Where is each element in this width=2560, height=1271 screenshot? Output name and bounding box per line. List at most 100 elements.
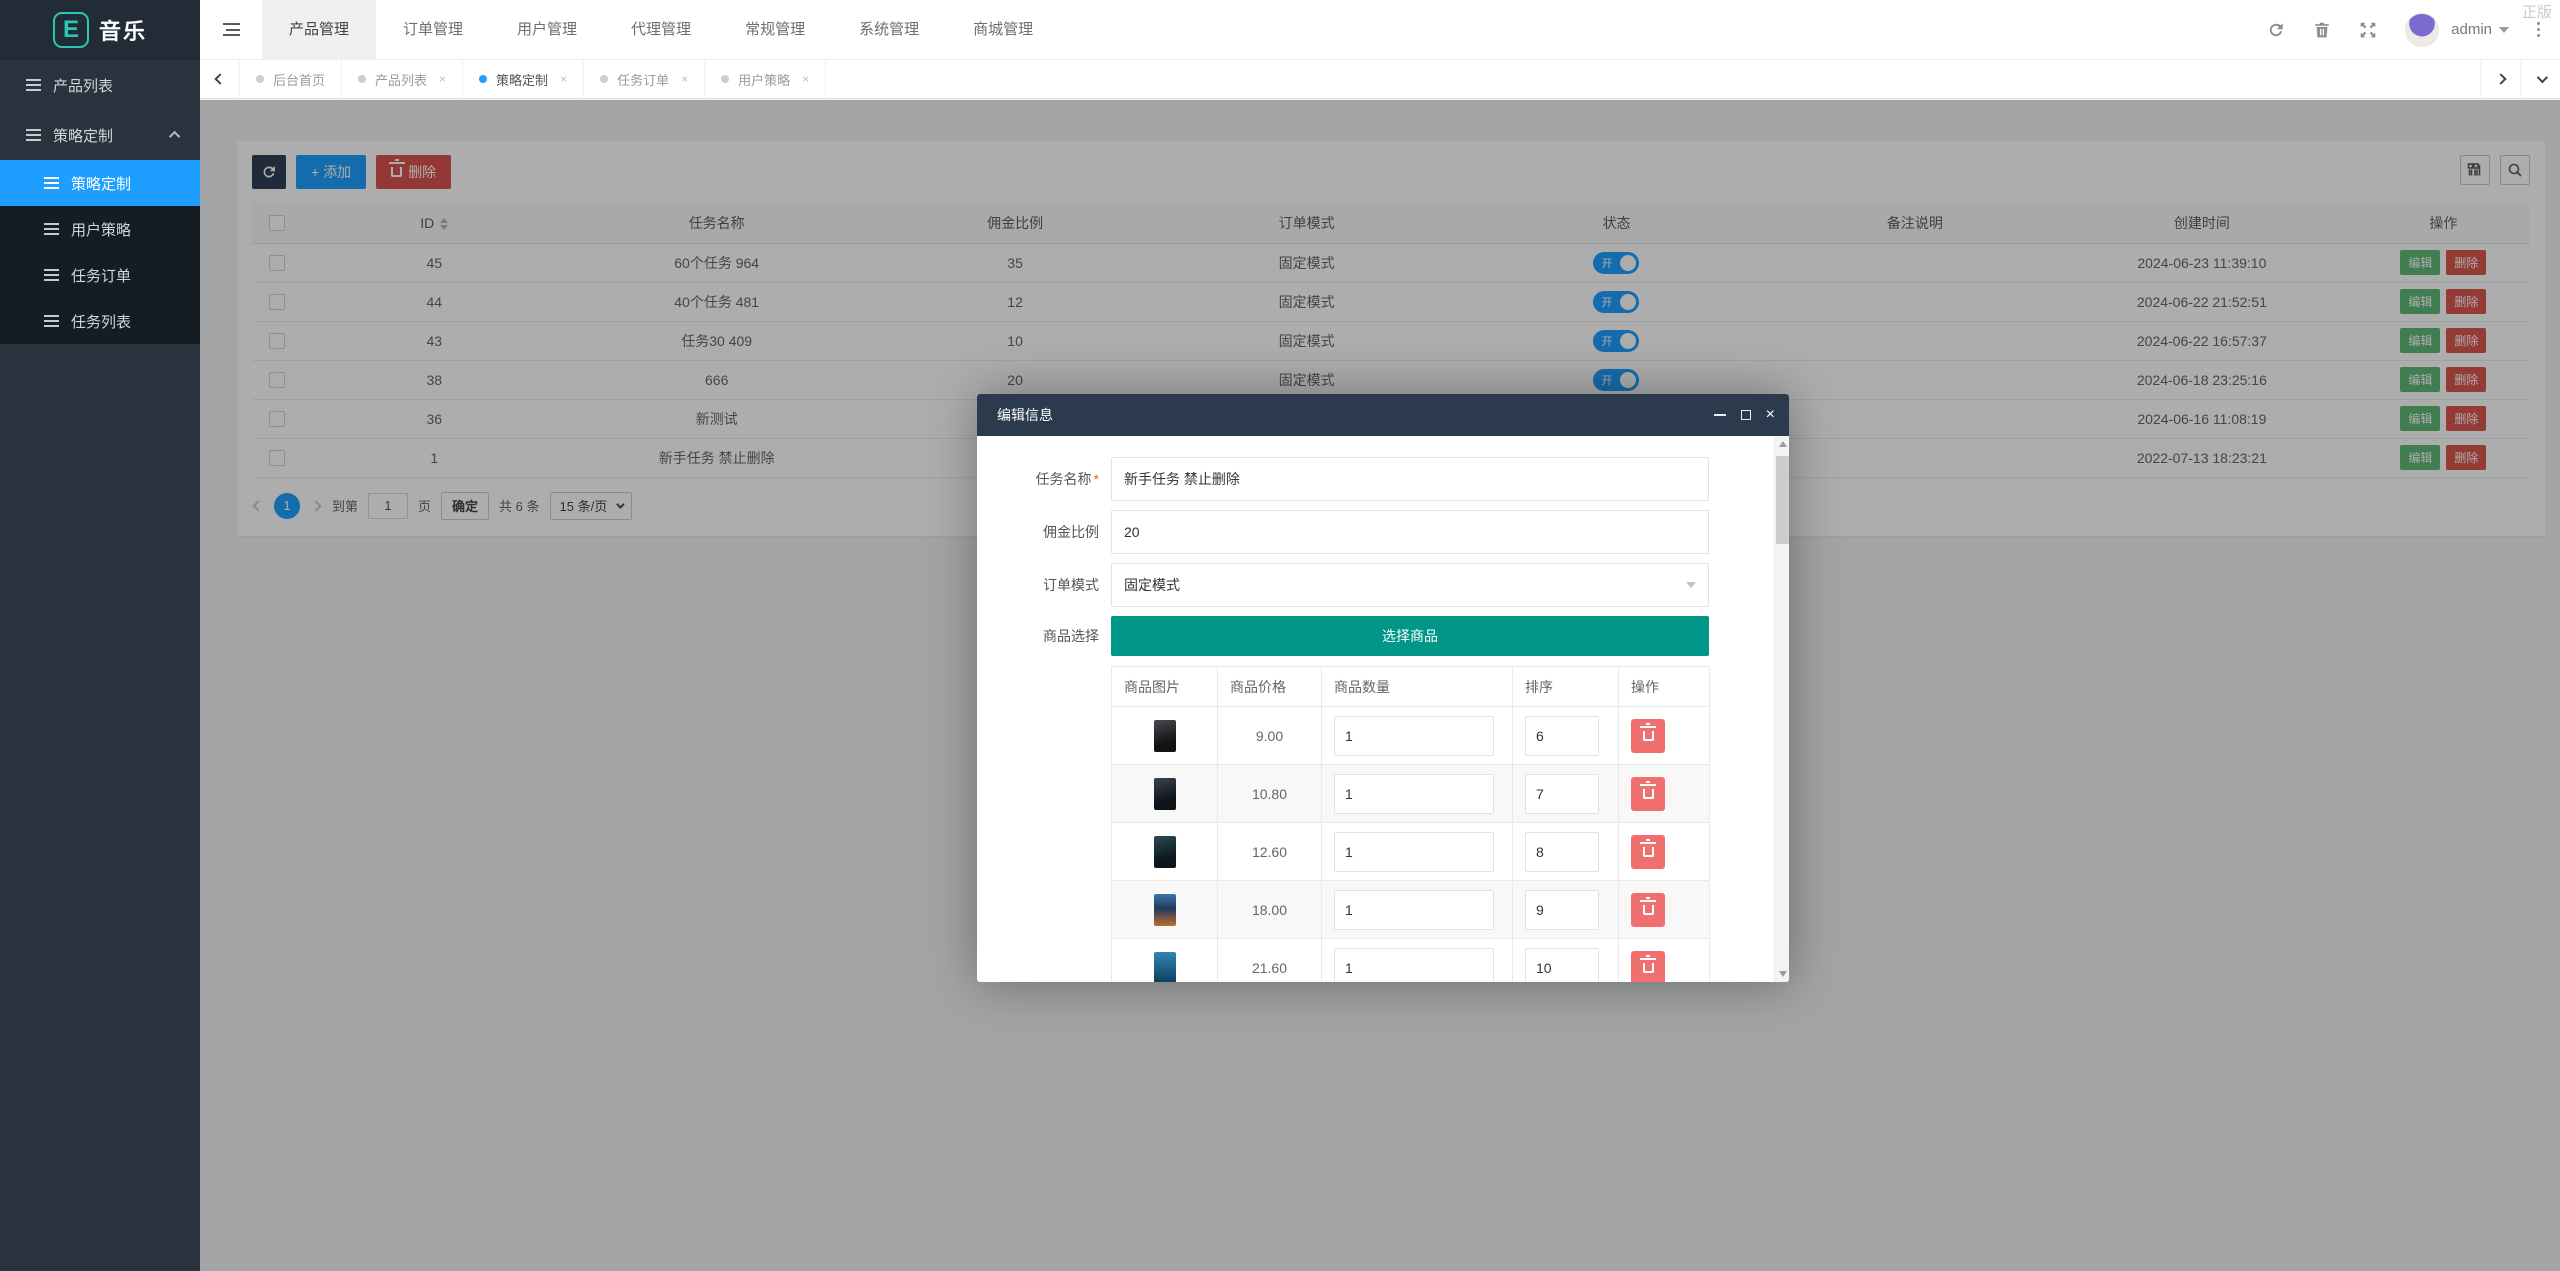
product-row: 10.80 bbox=[1112, 765, 1710, 823]
product-poster-image bbox=[1154, 894, 1176, 926]
remove-product-button[interactable] bbox=[1631, 893, 1665, 927]
chevron-left-icon bbox=[214, 73, 225, 84]
column-header-product-actions: 操作 bbox=[1619, 667, 1710, 707]
username: admin bbox=[2451, 21, 2492, 38]
sidebar-item-label: 产品列表 bbox=[53, 75, 113, 96]
top-header: 产品管理 订单管理 用户管理 代理管理 常规管理 系统管理 商城管理 admin… bbox=[200, 0, 2560, 60]
quantity-input[interactable] bbox=[1334, 890, 1494, 930]
brand-logo: E 音乐 bbox=[0, 0, 200, 60]
dialog-window-controls: × bbox=[1714, 394, 1775, 436]
remove-product-button[interactable] bbox=[1631, 777, 1665, 811]
refresh-icon[interactable] bbox=[2267, 21, 2285, 39]
form-row-commission: 佣金比例 bbox=[979, 510, 1789, 554]
sidebar-subitem-task-list[interactable]: 任务列表 bbox=[0, 298, 200, 344]
close-icon[interactable]: × bbox=[1766, 407, 1775, 423]
brand-title: 音乐 bbox=[99, 14, 147, 46]
nav-item-orders[interactable]: 订单管理 bbox=[376, 0, 490, 60]
quantity-input[interactable] bbox=[1334, 948, 1494, 983]
product-poster-image bbox=[1154, 952, 1176, 983]
sort-input[interactable] bbox=[1525, 832, 1599, 872]
dialog-scrollbar[interactable] bbox=[1774, 436, 1789, 982]
dialog-body: 任务名称* 佣金比例 订单模式 固定模式 商品选择 选择商品 bbox=[977, 436, 1789, 982]
user-menu[interactable]: admin bbox=[2451, 21, 2509, 38]
tab-bar: 后台首页 产品列表 × 策略定制 × 任务订单 × 用户策略 × bbox=[200, 60, 2560, 99]
sort-input[interactable] bbox=[1525, 716, 1599, 756]
tab-label: 产品列表 bbox=[375, 70, 427, 89]
product-table: 商品图片 商品价格 商品数量 排序 操作 9.00 bbox=[1111, 666, 1710, 982]
sidebar-item-strategy-group[interactable]: 策略定制 bbox=[0, 110, 200, 160]
trash-icon bbox=[1643, 905, 1654, 915]
tabs-scroll-left-button[interactable] bbox=[200, 60, 240, 98]
sort-input[interactable] bbox=[1525, 890, 1599, 930]
remove-product-button[interactable] bbox=[1631, 951, 1665, 983]
product-header-row: 商品图片 商品价格 商品数量 排序 操作 bbox=[1112, 667, 1710, 707]
column-header-product-image: 商品图片 bbox=[1112, 667, 1218, 707]
scroll-down-icon[interactable] bbox=[1779, 971, 1787, 977]
quantity-input[interactable] bbox=[1334, 716, 1494, 756]
sidebar-collapse-button[interactable] bbox=[200, 0, 262, 60]
list-icon bbox=[26, 79, 41, 91]
remove-product-button[interactable] bbox=[1631, 835, 1665, 869]
commission-input[interactable] bbox=[1111, 510, 1709, 554]
sidebar-item-product-list[interactable]: 产品列表 bbox=[0, 60, 200, 110]
sidebar-item-label: 策略定制 bbox=[71, 173, 131, 194]
tab-home[interactable]: 后台首页 bbox=[240, 60, 342, 98]
nav-item-general[interactable]: 常规管理 bbox=[718, 0, 832, 60]
quantity-input[interactable] bbox=[1334, 832, 1494, 872]
task-name-input[interactable] bbox=[1111, 457, 1709, 501]
tab-close-icon[interactable]: × bbox=[560, 72, 567, 86]
nav-item-users[interactable]: 用户管理 bbox=[490, 0, 604, 60]
cell-product-price: 10.80 bbox=[1218, 765, 1322, 823]
order-mode-value: 固定模式 bbox=[1124, 575, 1180, 595]
tab-product-list[interactable]: 产品列表 × bbox=[342, 60, 463, 98]
tab-dot-icon bbox=[256, 75, 264, 83]
user-avatar[interactable] bbox=[2405, 13, 2439, 47]
minimize-icon[interactable] bbox=[1714, 414, 1726, 416]
list-icon bbox=[44, 315, 59, 327]
sidebar: E 音乐 产品列表 策略定制 策略定制 用户策略 任务订单 bbox=[0, 0, 200, 1271]
dialog-titlebar[interactable]: 编辑信息 × bbox=[977, 394, 1789, 436]
trash-icon bbox=[1643, 963, 1654, 973]
nav-item-system[interactable]: 系统管理 bbox=[832, 0, 946, 60]
tab-close-icon[interactable]: × bbox=[802, 72, 809, 86]
trash-icon bbox=[1643, 731, 1654, 741]
tab-strategy[interactable]: 策略定制 × bbox=[463, 60, 584, 98]
sort-input[interactable] bbox=[1525, 774, 1599, 814]
trash-icon[interactable] bbox=[2313, 21, 2331, 39]
tab-user-strategy[interactable]: 用户策略 × bbox=[705, 60, 826, 98]
tab-dot-icon bbox=[479, 75, 487, 83]
remove-product-button[interactable] bbox=[1631, 719, 1665, 753]
commission-label: 佣金比例 bbox=[979, 510, 1111, 554]
order-mode-select[interactable]: 固定模式 bbox=[1111, 563, 1709, 607]
tab-task-orders[interactable]: 任务订单 × bbox=[584, 60, 705, 98]
more-menu-icon[interactable] bbox=[2537, 28, 2540, 31]
product-row: 21.60 bbox=[1112, 939, 1710, 983]
tab-close-icon[interactable]: × bbox=[681, 72, 688, 86]
tabs-menu-button[interactable] bbox=[2520, 60, 2560, 98]
nav-item-mall[interactable]: 商城管理 bbox=[946, 0, 1060, 60]
cell-product-price: 12.60 bbox=[1218, 823, 1322, 881]
scroll-up-icon[interactable] bbox=[1779, 441, 1787, 447]
trash-icon bbox=[1643, 789, 1654, 799]
sidebar-subitem-strategy[interactable]: 策略定制 bbox=[0, 160, 200, 206]
scrollbar-thumb[interactable] bbox=[1776, 456, 1789, 544]
column-header-product-price: 商品价格 bbox=[1218, 667, 1322, 707]
column-header-product-quantity: 商品数量 bbox=[1322, 667, 1513, 707]
sidebar-item-label: 策略定制 bbox=[53, 125, 113, 146]
sort-input[interactable] bbox=[1525, 948, 1599, 983]
cell-product-price: 9.00 bbox=[1218, 707, 1322, 765]
product-poster-image bbox=[1154, 778, 1176, 810]
nav-item-product[interactable]: 产品管理 bbox=[262, 0, 376, 60]
nav-item-agents[interactable]: 代理管理 bbox=[604, 0, 718, 60]
quantity-input[interactable] bbox=[1334, 774, 1494, 814]
tab-close-icon[interactable]: × bbox=[439, 72, 446, 86]
fullscreen-icon[interactable] bbox=[2359, 21, 2377, 39]
product-poster-image bbox=[1154, 836, 1176, 868]
sidebar-subitem-task-orders[interactable]: 任务订单 bbox=[0, 252, 200, 298]
hamburger-icon bbox=[223, 23, 240, 36]
tabs-scroll-right-button[interactable] bbox=[2480, 60, 2520, 98]
sidebar-subitem-user-strategy[interactable]: 用户策略 bbox=[0, 206, 200, 252]
select-product-button[interactable]: 选择商品 bbox=[1111, 616, 1709, 656]
maximize-icon[interactable] bbox=[1741, 410, 1751, 420]
tab-label: 后台首页 bbox=[273, 70, 325, 89]
